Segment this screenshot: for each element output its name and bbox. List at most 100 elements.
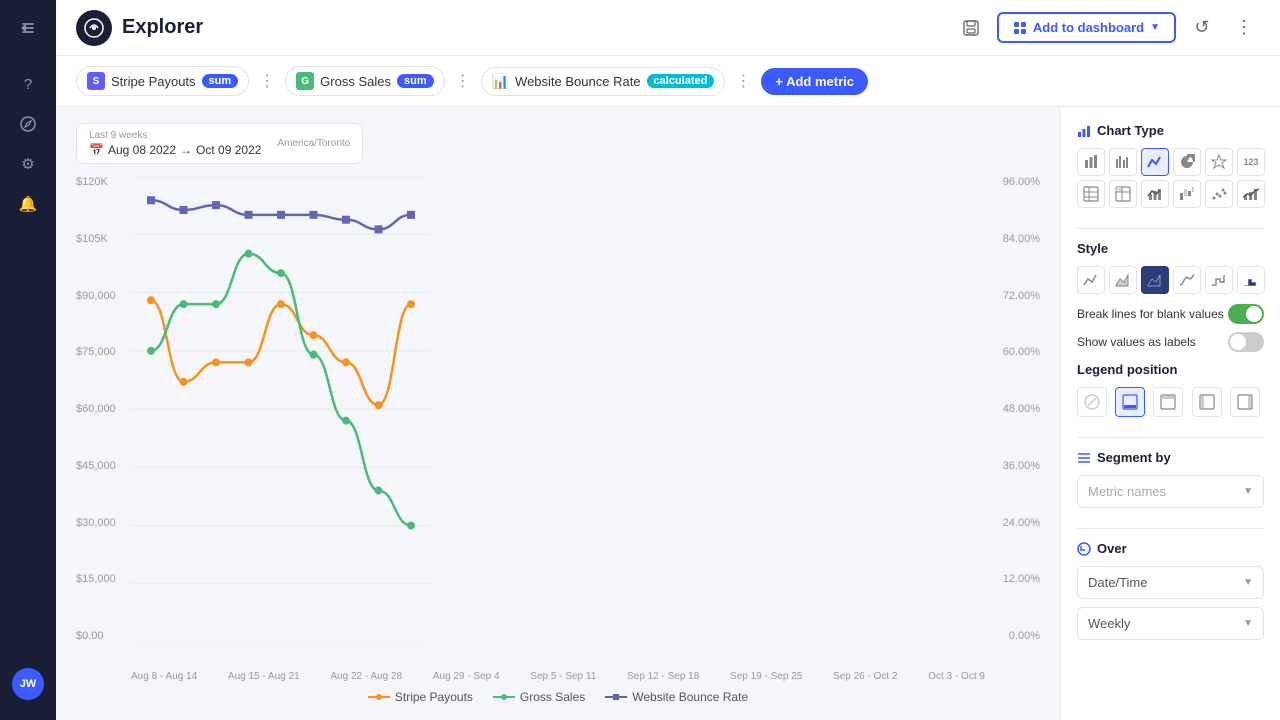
x-label-0: Aug 8 - Aug 14 bbox=[131, 671, 197, 682]
sidebar: ? ⚙ 🔔 JW bbox=[0, 0, 56, 720]
calendar-icon: 📅 bbox=[89, 143, 104, 157]
chart-type-bar-line[interactable] bbox=[1141, 180, 1169, 208]
over-dropdown-arrow: ▼ bbox=[1243, 577, 1253, 588]
stripe-icon: S bbox=[87, 72, 105, 90]
over-dropdown[interactable]: Date/Time ▼ bbox=[1077, 566, 1264, 599]
segment-dropdown[interactable]: Metric names ▼ bbox=[1077, 475, 1264, 508]
metrics-bar: S Stripe Payouts sum ⋮ G Gross Sales sum… bbox=[56, 56, 1280, 107]
show-values-toggle[interactable] bbox=[1228, 332, 1264, 352]
style-line[interactable] bbox=[1077, 266, 1105, 294]
chart-type-grouped-bar[interactable] bbox=[1109, 148, 1137, 176]
gross-icon: G bbox=[296, 72, 314, 90]
metric-pill-bounce[interactable]: 📊 Website Bounce Rate calculated bbox=[481, 67, 726, 96]
chart-type-combo[interactable] bbox=[1237, 180, 1265, 208]
chart-container: Last 9 weeks 📅 Aug 08 2022 → Oct 09 2022… bbox=[56, 107, 1060, 720]
date-range-label: Last 9 weeks bbox=[89, 130, 261, 141]
y-right-label-4: 48.00% bbox=[985, 403, 1040, 415]
style-section: Style bbox=[1077, 241, 1264, 417]
style-area[interactable] bbox=[1109, 266, 1137, 294]
over-icon bbox=[1077, 542, 1091, 556]
main-content: Explorer Add to dashboard ▼ bbox=[56, 0, 1280, 720]
y-right-label-2: 72.00% bbox=[985, 290, 1040, 302]
chart-type-grid: 123 bbox=[1077, 148, 1264, 176]
legend-pos-bottom[interactable] bbox=[1115, 387, 1145, 417]
chart-section: Last 9 weeks 📅 Aug 08 2022 → Oct 09 2022… bbox=[56, 107, 1280, 720]
date-arrow: → bbox=[180, 143, 192, 157]
date-range-selector[interactable]: Last 9 weeks 📅 Aug 08 2022 → Oct 09 2022… bbox=[76, 123, 363, 164]
chart-type-pivot[interactable] bbox=[1109, 180, 1137, 208]
chart-type-line[interactable] bbox=[1141, 148, 1169, 176]
refresh-icon[interactable]: ↺ bbox=[1186, 12, 1218, 44]
y-left-label-7: $15,000 bbox=[76, 573, 131, 585]
legend-stripe: Stripe Payouts bbox=[368, 690, 473, 704]
chart-type-section: Chart Type bbox=[1077, 123, 1264, 208]
line-chart bbox=[131, 176, 431, 642]
legend-pos-none[interactable] bbox=[1077, 387, 1107, 417]
x-label-5: Sep 12 - Sep 18 bbox=[627, 671, 699, 682]
segment-by-title: Segment by bbox=[1077, 450, 1264, 465]
style-step[interactable] bbox=[1205, 266, 1233, 294]
sidebar-collapse-icon[interactable] bbox=[12, 12, 44, 44]
sidebar-item-alerts[interactable]: 🔔 bbox=[12, 188, 44, 220]
right-panel: Chart Type bbox=[1060, 107, 1280, 720]
x-axis-labels: Aug 8 - Aug 14 Aug 15 - Aug 21 Aug 22 - … bbox=[76, 667, 1040, 682]
x-label-8: Oct 3 - Oct 9 bbox=[928, 671, 985, 682]
user-avatar[interactable]: JW bbox=[12, 668, 44, 700]
break-lines-label: Break lines for blank values bbox=[1077, 307, 1224, 321]
bounce-menu-dots[interactable]: ⋮ bbox=[733, 71, 753, 91]
bounce-label: Website Bounce Rate bbox=[515, 74, 641, 89]
style-area-dark[interactable] bbox=[1141, 266, 1169, 294]
divider-3 bbox=[1077, 528, 1264, 529]
topbar-right: Add to dashboard ▼ ↺ ⋮ bbox=[955, 12, 1260, 44]
toggle-knob-2 bbox=[1230, 334, 1246, 350]
chart-type-star[interactable] bbox=[1205, 148, 1233, 176]
end-date: Oct 09 2022 bbox=[196, 143, 261, 157]
break-lines-toggle[interactable] bbox=[1228, 304, 1264, 324]
chart-type-grid-row2 bbox=[1077, 180, 1264, 208]
chart-type-icon bbox=[1077, 124, 1091, 138]
y-right-label-6: 24.00% bbox=[985, 517, 1040, 529]
show-values-toggle-row: Show values as labels bbox=[1077, 332, 1264, 352]
chart-type-number[interactable]: 123 bbox=[1237, 148, 1265, 176]
chart-type-waterfall[interactable] bbox=[1173, 180, 1201, 208]
start-date: Aug 08 2022 bbox=[108, 143, 176, 157]
style-step-dark[interactable] bbox=[1237, 266, 1265, 294]
break-lines-toggle-row: Break lines for blank values bbox=[1077, 304, 1264, 324]
y-left-label-8: $0.00 bbox=[76, 630, 131, 642]
bounce-icon: 📊 bbox=[492, 73, 509, 90]
legend-pos-right[interactable] bbox=[1230, 387, 1260, 417]
legend-position-grid bbox=[1077, 387, 1264, 417]
chart-type-table[interactable] bbox=[1077, 180, 1105, 208]
metric-pill-stripe[interactable]: S Stripe Payouts sum bbox=[76, 66, 249, 96]
gross-label: Gross Sales bbox=[320, 74, 391, 89]
y-right-label-7: 12.00% bbox=[985, 573, 1040, 585]
chart-type-bar[interactable] bbox=[1077, 148, 1105, 176]
frequency-dropdown[interactable]: Weekly ▼ bbox=[1077, 607, 1264, 640]
stripe-menu-dots[interactable]: ⋮ bbox=[257, 71, 277, 91]
add-metric-button[interactable]: + Add metric bbox=[761, 68, 868, 95]
add-to-dashboard-button[interactable]: Add to dashboard ▼ bbox=[997, 12, 1176, 43]
chart-type-scatter[interactable] bbox=[1205, 180, 1233, 208]
style-smooth[interactable] bbox=[1173, 266, 1201, 294]
sidebar-item-question[interactable]: ? bbox=[12, 68, 44, 100]
legend-pos-left[interactable] bbox=[1192, 387, 1222, 417]
stripe-badge: sum bbox=[202, 74, 239, 88]
y-left-label-0: $120K bbox=[76, 176, 131, 188]
y-right-label-0: 96.00% bbox=[985, 176, 1040, 188]
sidebar-item-settings[interactable]: ⚙ bbox=[12, 148, 44, 180]
over-title: Over bbox=[1077, 541, 1264, 556]
topbar-left: Explorer bbox=[76, 10, 203, 46]
legend-stripe-label: Stripe Payouts bbox=[395, 690, 473, 704]
save-report-icon[interactable] bbox=[955, 12, 987, 44]
sidebar-item-explore[interactable] bbox=[12, 108, 44, 140]
style-grid bbox=[1077, 266, 1264, 294]
topbar: Explorer Add to dashboard ▼ bbox=[56, 0, 1280, 56]
gross-menu-dots[interactable]: ⋮ bbox=[453, 71, 473, 91]
metric-pill-gross[interactable]: G Gross Sales sum bbox=[285, 66, 444, 96]
toggle-knob bbox=[1246, 306, 1262, 322]
y-right-label-1: 84.00% bbox=[985, 233, 1040, 245]
legend-pos-top[interactable] bbox=[1153, 387, 1183, 417]
more-options-icon[interactable]: ⋮ bbox=[1228, 12, 1260, 44]
chart-type-pie[interactable] bbox=[1173, 148, 1201, 176]
legend-bounce-label: Website Bounce Rate bbox=[632, 690, 748, 704]
